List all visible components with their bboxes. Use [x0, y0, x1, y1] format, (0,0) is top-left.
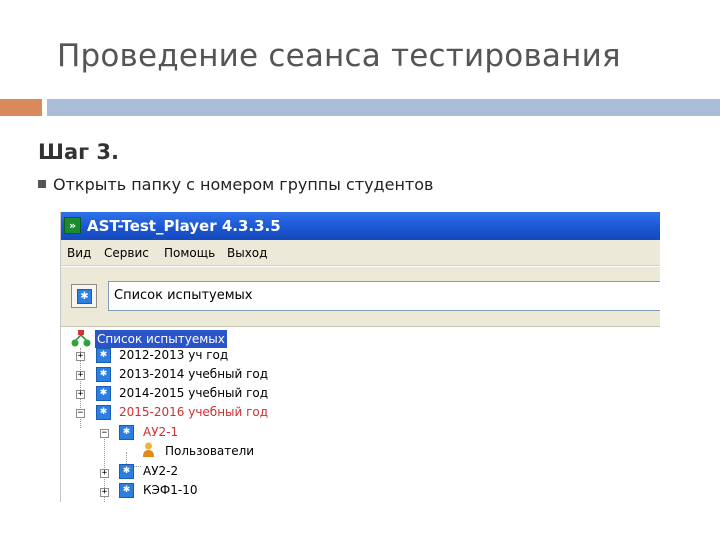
- folder-star-icon: ✱: [119, 464, 134, 479]
- folder-star-icon: ✱: [96, 405, 111, 420]
- menu-item-view[interactable]: Вид: [67, 246, 91, 260]
- accent-bar-blue: [47, 99, 720, 116]
- address-field[interactable]: Список испытуемых: [108, 281, 660, 311]
- step-heading: Шаг 3.: [38, 140, 119, 164]
- menu-item-help[interactable]: Помощь: [164, 246, 215, 260]
- folder-star-icon: ✱: [119, 483, 134, 498]
- bullet-marker: [38, 180, 46, 188]
- app-window: » AST-Test_Player 4.3.3.5 Вид Сервис Пом…: [60, 212, 660, 502]
- tree-item-group[interactable]: АУ2-2: [143, 462, 178, 480]
- users-root-icon: [71, 330, 91, 347]
- folder-star-icon: ✱: [96, 348, 111, 363]
- tree-item-year[interactable]: 2012-2013 уч год: [119, 346, 228, 364]
- window-title: AST-Test_Player 4.3.3.5: [87, 217, 281, 235]
- tree-item-group-open[interactable]: АУ2-1: [143, 423, 178, 441]
- collapse-toggle[interactable]: −: [76, 409, 85, 418]
- folder-star-icon: ✱: [119, 425, 134, 440]
- folder-star-icon: ✱: [96, 367, 111, 382]
- expand-toggle[interactable]: +: [76, 352, 85, 361]
- tree-item-year[interactable]: 2013-2014 учебный год: [119, 365, 268, 383]
- bullet-text: Открыть папку с номером группы студентов: [53, 175, 434, 194]
- folder-star-icon: ✱: [96, 386, 111, 401]
- collapse-toggle[interactable]: −: [100, 429, 109, 438]
- slide-title: Проведение сеанса тестирования: [57, 38, 621, 74]
- folder-star-icon: ✱: [77, 289, 92, 304]
- tree-item-year[interactable]: 2014-2015 учебный год: [119, 384, 268, 402]
- expand-toggle[interactable]: +: [100, 488, 109, 497]
- tree-item-users[interactable]: Пользователи: [165, 442, 254, 460]
- menu-bar: Вид Сервис Помощь Выход: [61, 240, 660, 266]
- expand-toggle[interactable]: +: [76, 371, 85, 380]
- tree-item-group[interactable]: КЭФ1-10: [143, 481, 197, 499]
- window-titlebar[interactable]: » AST-Test_Player 4.3.3.5: [61, 212, 660, 240]
- accent-bar-orange: [0, 99, 42, 116]
- tree-view: Список испытуемых + ✱ 2012-2013 уч год +…: [61, 328, 660, 502]
- app-logo-icon: »: [64, 217, 81, 234]
- expand-toggle[interactable]: +: [76, 390, 85, 399]
- user-icon: [143, 442, 154, 457]
- toolbar: ✱ Список испытуемых: [61, 267, 660, 327]
- toolbar-button[interactable]: ✱: [71, 284, 97, 308]
- expand-toggle[interactable]: +: [100, 469, 109, 478]
- menu-item-service[interactable]: Сервис: [104, 246, 149, 260]
- menu-item-exit[interactable]: Выход: [227, 246, 267, 260]
- tree-item-year-open[interactable]: 2015-2016 учебный год: [119, 403, 268, 421]
- bullet-item: Открыть папку с номером группы студентов: [38, 175, 433, 194]
